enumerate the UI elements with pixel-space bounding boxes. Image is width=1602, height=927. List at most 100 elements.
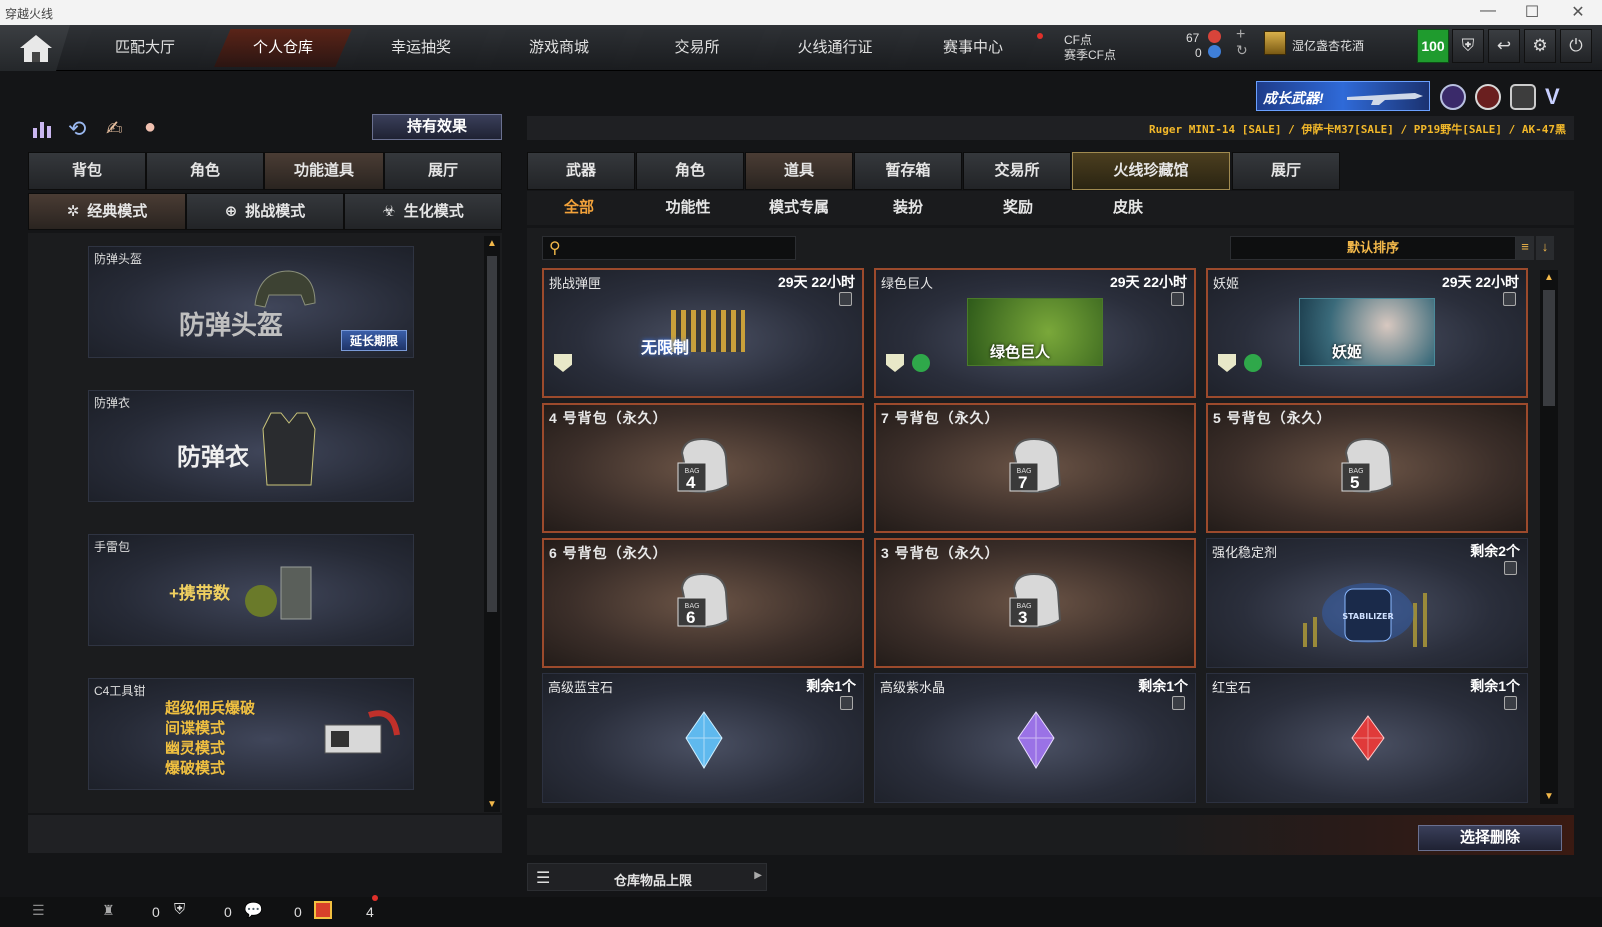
subtab-mode-exclusive[interactable]: 模式专属 (745, 191, 853, 225)
item-card-bag-3[interactable]: 3 号背包（永久） BAG 3 (874, 538, 1196, 668)
search-icon: ⚲ (549, 240, 561, 257)
mode-challenge[interactable]: ⊕ 挑战模式 (186, 193, 344, 230)
left-scrollbar[interactable]: ▲ ▼ (484, 236, 500, 812)
home-icon (20, 35, 52, 62)
left-tab-function-items[interactable]: 功能道具 (264, 152, 384, 190)
gift-count: 4 (366, 904, 374, 920)
nav-tab-exchange[interactable]: 交易所 (628, 29, 766, 67)
event-icon-3[interactable] (1510, 84, 1536, 110)
sort-dropdown[interactable]: 默认排序 (1230, 236, 1516, 260)
subtab-functional[interactable]: 功能性 (636, 191, 740, 225)
right-tab-showroom[interactable]: 展厅 (1232, 152, 1340, 190)
maximize-button[interactable]: ☐ (1514, 2, 1550, 22)
nav-tab-battle-pass[interactable]: 火线通行证 (766, 29, 904, 67)
minimize-button[interactable]: — (1470, 2, 1506, 20)
search-input[interactable] (571, 239, 791, 257)
holding-effects-button[interactable]: 持有效果 (372, 114, 502, 140)
right-tab-storage[interactable]: 暂存箱 (854, 152, 962, 190)
item-card-bag-7[interactable]: 7 号背包（永久） BAG 7 (874, 403, 1196, 533)
refresh-icon[interactable]: ↻ (1236, 42, 1248, 59)
search-box[interactable]: ⚲ (542, 236, 796, 260)
friends-icon[interactable]: ♜ (102, 902, 115, 919)
nav-tab-personal-warehouse[interactable]: 个人仓库 (214, 29, 352, 67)
nav-tab-game-store[interactable]: 游戏商城 (490, 29, 628, 67)
scroll-down-icon[interactable]: ▼ (487, 799, 497, 810)
gift-icon[interactable] (314, 901, 332, 919)
scroll-up-icon[interactable]: ▲ (487, 238, 497, 249)
right-tab-weapons[interactable]: 武器 (527, 152, 635, 190)
recycle-icon[interactable]: ⟲ (68, 116, 94, 141)
status-bar: ☰ ♜ 0 ⛨ 0 💬 0 4 (0, 895, 1602, 927)
list-view-icon[interactable]: ≡ (1516, 236, 1534, 260)
character-icon[interactable]: ✍ (106, 116, 132, 140)
item-card-witch[interactable]: 妖姬 29天 22小时 妖姬 (1206, 268, 1528, 398)
stats-icon[interactable] (30, 116, 56, 140)
subtab-all[interactable]: 全部 (527, 191, 631, 225)
item-card-bag-4[interactable]: 4 号背包（永久） BAG 4 (542, 403, 864, 533)
item-card-stabilizer[interactable]: 强化稳定剂 剩余2个 STABILIZER (1206, 538, 1528, 668)
nav-tab-lucky-draw[interactable]: 幸运抽奖 (352, 29, 490, 67)
clan-icon[interactable]: ⛨ (174, 901, 185, 918)
item-name: 防弹衣 (94, 396, 131, 410)
banner-text: 成长武器! (1263, 90, 1324, 106)
left-item-vest[interactable]: 防弹衣 防弹衣 (88, 390, 414, 502)
power-button[interactable]: ⏻ (1560, 29, 1592, 63)
select-delete-button[interactable]: 选择删除 (1418, 825, 1562, 851)
item-card-bag-6[interactable]: 6 号背包（永久） BAG 6 (542, 538, 864, 668)
extend-duration-button[interactable]: 延长期限 (340, 330, 407, 351)
item-card-challenge-mag[interactable]: 挑战弹匣 29天 22小时 无限制 (542, 268, 864, 398)
left-tab-showroom[interactable]: 展厅 (384, 152, 502, 190)
nav-tab-event-center[interactable]: 赛事中心 (904, 29, 1042, 67)
right-tab-character[interactable]: 角色 (636, 152, 744, 190)
chat-icon[interactable]: 💬 (244, 901, 263, 919)
backpack-icon: BAG 3 (1004, 570, 1066, 632)
trash-icon[interactable] (1504, 696, 1517, 710)
left-item-helmet[interactable]: 防弹头盔 防弹头盔 延长期限 (88, 246, 414, 358)
event-icon-4[interactable]: V (1545, 84, 1573, 110)
home-button[interactable] (0, 25, 70, 71)
left-tab-backpack[interactable]: 背包 (28, 152, 146, 190)
left-tab-character[interactable]: 角色 (146, 152, 264, 190)
event-icon-1[interactable] (1440, 84, 1466, 110)
grenade-icon[interactable]: ● (144, 116, 170, 140)
right-scrollbar[interactable]: ▲ ▼ (1540, 270, 1558, 804)
mode-biochem[interactable]: ☣ 生化模式 (344, 193, 502, 230)
trash-icon[interactable] (839, 292, 852, 306)
item-card-green-giant[interactable]: 绿色巨人 29天 22小时 绿色巨人 (874, 268, 1196, 398)
nav-tab-match-lobby[interactable]: 匹配大厅 (76, 29, 214, 67)
trash-icon[interactable] (1172, 696, 1185, 710)
right-tab-items[interactable]: 道具 (745, 152, 853, 190)
right-tab-exchange[interactable]: 交易所 (963, 152, 1071, 190)
scroll-down-icon[interactable]: ▼ (1544, 791, 1554, 802)
scroll-thumb[interactable] (487, 256, 497, 612)
trash-icon[interactable] (1504, 561, 1517, 575)
item-card-purple-crystal[interactable]: 高级紫水晶 剩余1个 (874, 673, 1196, 803)
subtab-skins[interactable]: 皮肤 (1076, 191, 1180, 225)
capacity-bar[interactable]: ☰ 仓库物品上限 ▶ (527, 863, 767, 891)
exit-room-button[interactable]: ↩ (1488, 29, 1520, 63)
right-tab-collection[interactable]: 火线珍藏馆 (1072, 152, 1230, 190)
subtab-dress-up[interactable]: 装扮 (856, 191, 960, 225)
event-icon-2[interactable] (1475, 84, 1501, 110)
expand-arrow-icon[interactable]: ▶ (754, 870, 762, 881)
menu-icon[interactable]: ☰ (32, 902, 45, 919)
left-item-c4-pliers[interactable]: C4工具钳 超级佣兵爆破 间谍模式 幽灵模式 爆破模式 (88, 678, 414, 790)
mode-classic[interactable]: ✲ 经典模式 (28, 193, 186, 230)
trash-icon[interactable] (1503, 292, 1516, 306)
item-card-ruby[interactable]: 红宝石 剩余1个 (1206, 673, 1528, 803)
growth-weapon-banner[interactable]: 成长武器! (1256, 81, 1430, 111)
trash-icon[interactable] (1171, 292, 1184, 306)
scroll-thumb[interactable] (1543, 290, 1555, 406)
item-count: 剩余1个 (1470, 678, 1520, 694)
scroll-up-icon[interactable]: ▲ (1544, 272, 1554, 283)
settings-button[interactable]: ⚙ (1524, 29, 1556, 63)
item-card-blue-sapphire[interactable]: 高级蓝宝石 剩余1个 (542, 673, 864, 803)
username[interactable]: 湿亿盏杏花酒 (1292, 37, 1364, 54)
close-button[interactable]: ✕ (1560, 2, 1596, 22)
trash-icon[interactable] (840, 696, 853, 710)
subtab-rewards[interactable]: 奖励 (966, 191, 1070, 225)
shield-button[interactable]: ⛨ (1452, 29, 1484, 63)
sort-direction-icon[interactable]: ↓ (1536, 236, 1554, 260)
left-item-grenade-pack[interactable]: 手雷包 +携带数 (88, 534, 414, 646)
item-card-bag-5[interactable]: 5 号背包（永久） BAG 5 (1206, 403, 1528, 533)
